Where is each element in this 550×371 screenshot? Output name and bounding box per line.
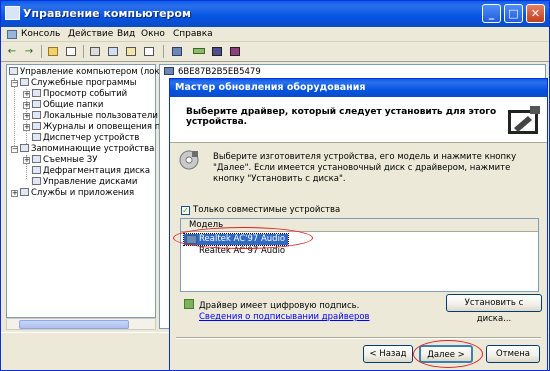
driver-signing-link[interactable]: Сведения о подписывании драйверов bbox=[199, 312, 370, 322]
window-title: Управление компьютером bbox=[23, 7, 191, 20]
disk-icon bbox=[179, 150, 199, 170]
show-tree-icon[interactable] bbox=[63, 44, 79, 59]
export-icon[interactable] bbox=[105, 44, 121, 59]
toolbar: ← → bbox=[1, 42, 549, 62]
users-icon bbox=[32, 111, 41, 119]
console-tree: Управление компьютером (локаль − Служебн… bbox=[6, 64, 175, 318]
minimize-button[interactable]: _ bbox=[482, 4, 501, 23]
dialog-title: Мастер обновления оборудования bbox=[175, 82, 366, 93]
device-manager-icon bbox=[32, 133, 41, 141]
uninstall-icon[interactable] bbox=[227, 44, 243, 59]
help-icon[interactable] bbox=[123, 44, 139, 59]
highlight-oval bbox=[413, 340, 483, 368]
computer-management-icon bbox=[5, 6, 20, 20]
forward-icon[interactable]: → bbox=[21, 44, 37, 59]
performance-icon bbox=[32, 122, 41, 130]
compatible-only-checkbox[interactable]: ✓ Только совместимые устройства bbox=[181, 205, 340, 215]
tree-item-perf-logs[interactable]: Журналы и оповещения пр bbox=[32, 122, 166, 133]
close-button[interactable]: ✕ bbox=[526, 4, 545, 23]
dialog-heading: Выберите драйвер, который следует устано… bbox=[186, 107, 497, 127]
computer-icon[interactable] bbox=[169, 44, 185, 59]
disk-management-icon bbox=[32, 177, 41, 185]
tree-item-defrag[interactable]: Дефрагментация диска bbox=[32, 166, 150, 177]
computer-icon bbox=[9, 67, 18, 75]
hardware-update-wizard: Мастер обновления оборудования Выберите … bbox=[169, 78, 548, 371]
computer-icon bbox=[164, 67, 174, 75]
signed-driver-icon bbox=[184, 299, 194, 309]
scroll-thumb[interactable] bbox=[19, 320, 129, 329]
dialog-title-bar[interactable]: Мастер обновления оборудования bbox=[170, 79, 547, 97]
event-viewer-icon bbox=[32, 89, 41, 97]
services-icon bbox=[20, 188, 29, 196]
back-button[interactable]: < Назад bbox=[363, 345, 413, 363]
tree-root[interactable]: Управление компьютером (локаль bbox=[9, 67, 175, 78]
highlight-oval bbox=[173, 227, 313, 249]
tree-item-disk-management[interactable]: Управление дисками bbox=[32, 177, 137, 188]
menu-view[interactable]: Вид bbox=[117, 29, 135, 39]
dialog-separator bbox=[176, 337, 541, 339]
tree-item-local-users[interactable]: Локальные пользователи bbox=[32, 111, 158, 122]
scan-hardware-icon[interactable] bbox=[191, 44, 207, 59]
properties-icon[interactable] bbox=[87, 44, 103, 59]
maximize-button[interactable]: □ bbox=[504, 4, 523, 23]
back-icon[interactable]: ← bbox=[4, 44, 20, 59]
tree-horizontal-scrollbar[interactable] bbox=[6, 318, 156, 330]
defrag-icon bbox=[32, 166, 41, 174]
tree-item-event-viewer[interactable]: Просмотр событий bbox=[32, 89, 127, 100]
signed-driver-note: Драйвер имеет цифровую подпись. bbox=[184, 299, 359, 312]
menu-bar: Консоль Действие Вид Окно Справка bbox=[1, 27, 549, 42]
tree-item-storage[interactable]: Запоминающие устройства bbox=[20, 144, 154, 155]
dialog-description: Выберите изготовителя устройства, его мо… bbox=[213, 152, 517, 184]
tree-item-device-manager[interactable]: Диспетчер устройств bbox=[32, 133, 139, 144]
menu-console[interactable]: Консоль bbox=[7, 29, 60, 39]
menu-action[interactable]: Действие bbox=[68, 29, 113, 39]
hardware-icon bbox=[508, 106, 540, 134]
menu-help[interactable]: Справка bbox=[173, 29, 213, 39]
checkbox-box[interactable]: ✓ bbox=[181, 206, 190, 215]
cancel-button[interactable]: Отмена bbox=[486, 345, 540, 363]
shared-folder-icon bbox=[32, 100, 41, 108]
menu-window[interactable]: Окно bbox=[141, 29, 165, 39]
tree-item-removable-storage[interactable]: Съемные ЗУ bbox=[32, 155, 97, 166]
details-icon[interactable] bbox=[141, 44, 157, 59]
update-driver-icon[interactable] bbox=[209, 44, 225, 59]
tree-item-services[interactable]: Службы и приложения bbox=[20, 188, 134, 199]
storage-icon bbox=[20, 144, 29, 152]
dialog-header: Выберите драйвер, который следует устано… bbox=[170, 97, 547, 143]
device-row[interactable]: 6BE87B2B5EB5479 bbox=[164, 67, 261, 77]
tools-icon bbox=[20, 78, 29, 86]
tree-item-system-tools[interactable]: Служебные программы bbox=[20, 78, 137, 89]
up-folder-icon[interactable] bbox=[45, 44, 61, 59]
removable-storage-icon bbox=[32, 155, 41, 163]
tree-item-shared-folders[interactable]: Общие папки bbox=[32, 100, 103, 111]
main-title-bar[interactable]: Управление компьютером _ □ ✕ bbox=[1, 1, 549, 27]
have-disk-button[interactable]: Установить с диска... bbox=[446, 294, 542, 324]
